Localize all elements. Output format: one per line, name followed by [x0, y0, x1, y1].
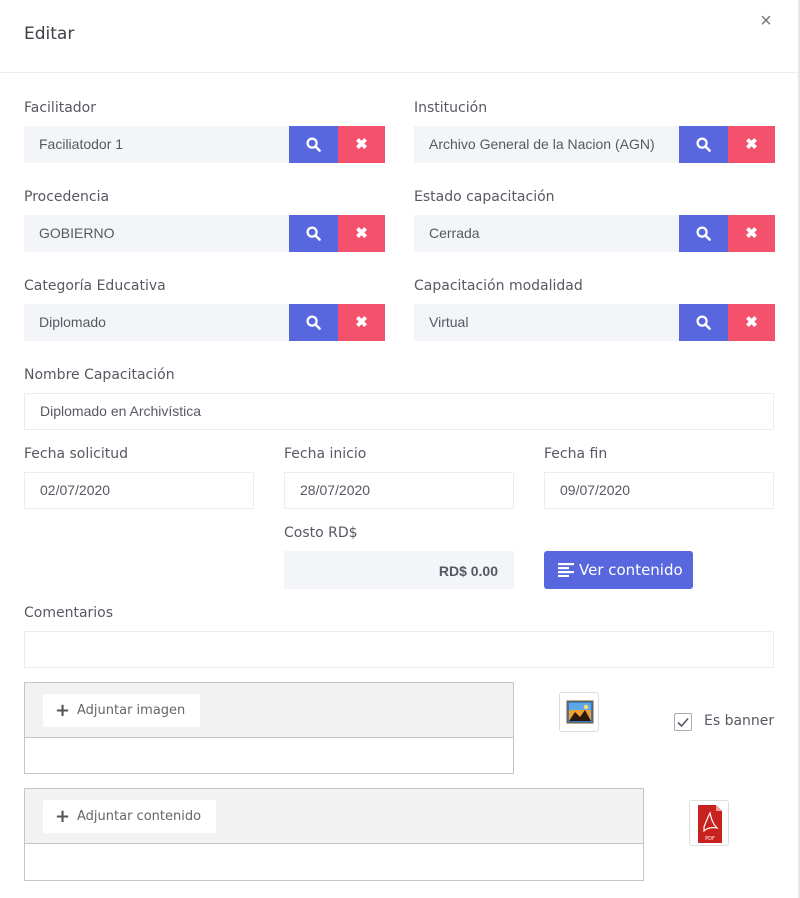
modal-title: Editar [24, 24, 75, 44]
plus-icon: + [55, 700, 71, 721]
institucion-lookup: Archivo General de la Nacion (AGN) ✖ [414, 126, 775, 163]
categoria-search-button[interactable] [289, 304, 338, 341]
comentarios-input[interactable] [24, 631, 774, 668]
fecha-inicio-input[interactable]: 28/07/2020 [284, 472, 514, 509]
nombre-input[interactable]: Diplomado en Archivística [24, 393, 774, 430]
facilitador-label: Facilitador [24, 100, 96, 116]
search-icon [696, 137, 711, 152]
institucion-field[interactable]: Archivo General de la Nacion (AGN) [414, 126, 679, 163]
es-banner-checkbox[interactable] [674, 713, 692, 731]
procedencia-search-button[interactable] [289, 215, 338, 252]
search-icon [696, 226, 711, 241]
facilitador-field[interactable]: Faciliatodor 1 [24, 126, 289, 163]
facilitador-lookup: Faciliatodor 1 ✖ [24, 126, 385, 163]
modalidad-field[interactable]: Virtual [414, 304, 679, 341]
categoria-lookup: Diplomado ✖ [24, 304, 385, 341]
procedencia-lookup: GOBIERNO ✖ [24, 215, 385, 252]
procedencia-clear-button[interactable]: ✖ [338, 215, 385, 252]
pdf-icon-text: PDF [705, 836, 715, 842]
modalidad-search-button[interactable] [679, 304, 728, 341]
modalidad-label: Capacitación modalidad [414, 278, 583, 294]
estado-field[interactable]: Cerrada [414, 215, 679, 252]
estado-search-button[interactable] [679, 215, 728, 252]
plus-icon: + [55, 806, 71, 827]
institucion-label: Institución [414, 100, 488, 116]
ver-contenido-button[interactable]: Ver contenido [544, 551, 693, 589]
image-file-icon[interactable] [559, 692, 599, 732]
fecha-inicio-label: Fecha inicio [284, 446, 367, 462]
fecha-solicitud-label: Fecha solicitud [24, 446, 128, 462]
ver-contenido-label: Ver contenido [579, 561, 683, 579]
adjuntar-contenido-button[interactable]: + Adjuntar contenido [43, 800, 217, 833]
costo-label: Costo RD$ [284, 525, 358, 541]
search-icon [306, 315, 321, 330]
contenido-uploader-toolbar: + Adjuntar contenido [25, 789, 643, 844]
search-icon [306, 137, 321, 152]
adjuntar-contenido-label: Adjuntar contenido [77, 809, 202, 824]
search-icon [306, 226, 321, 241]
image-preview-icon [566, 700, 594, 724]
modal-header: Editar × [0, 0, 800, 73]
pdf-file-icon[interactable]: PDF [689, 800, 729, 846]
categoria-field[interactable]: Diplomado [24, 304, 289, 341]
nombre-label: Nombre Capacitación [24, 367, 175, 383]
modalidad-clear-button[interactable]: ✖ [728, 304, 775, 341]
costo-field: RD$ 0.00 [284, 551, 514, 589]
fecha-solicitud-input[interactable]: 02/07/2020 [24, 472, 254, 509]
institucion-search-button[interactable] [679, 126, 728, 163]
edit-modal: Editar × Facilitador Faciliatodor 1 ✖ In… [0, 0, 800, 898]
adjuntar-imagen-label: Adjuntar imagen [77, 703, 186, 718]
categoria-label: Categoría Educativa [24, 278, 166, 294]
facilitador-clear-button[interactable]: ✖ [338, 126, 385, 163]
estado-lookup: Cerrada ✖ [414, 215, 775, 252]
fecha-fin-label: Fecha fin [544, 446, 608, 462]
categoria-clear-button[interactable]: ✖ [338, 304, 385, 341]
check-icon [677, 717, 689, 728]
imagen-uploader: + Adjuntar imagen [24, 682, 514, 774]
facilitador-search-button[interactable] [289, 126, 338, 163]
modalidad-lookup: Virtual ✖ [414, 304, 775, 341]
adjuntar-imagen-button[interactable]: + Adjuntar imagen [43, 694, 201, 727]
procedencia-field[interactable]: GOBIERNO [24, 215, 289, 252]
comentarios-label: Comentarios [24, 605, 114, 621]
imagen-uploader-toolbar: + Adjuntar imagen [25, 683, 513, 738]
fecha-fin-input[interactable]: 09/07/2020 [544, 472, 774, 509]
list-icon [558, 563, 574, 577]
pdf-preview-icon: PDF [698, 805, 722, 843]
search-icon [696, 315, 711, 330]
estado-label: Estado capacitación [414, 189, 555, 205]
procedencia-label: Procedencia [24, 189, 110, 205]
contenido-uploader: + Adjuntar contenido [24, 788, 644, 881]
es-banner-label: Es banner [704, 713, 775, 729]
institucion-clear-button[interactable]: ✖ [728, 126, 775, 163]
estado-clear-button[interactable]: ✖ [728, 215, 775, 252]
close-icon[interactable]: × [756, 11, 776, 31]
